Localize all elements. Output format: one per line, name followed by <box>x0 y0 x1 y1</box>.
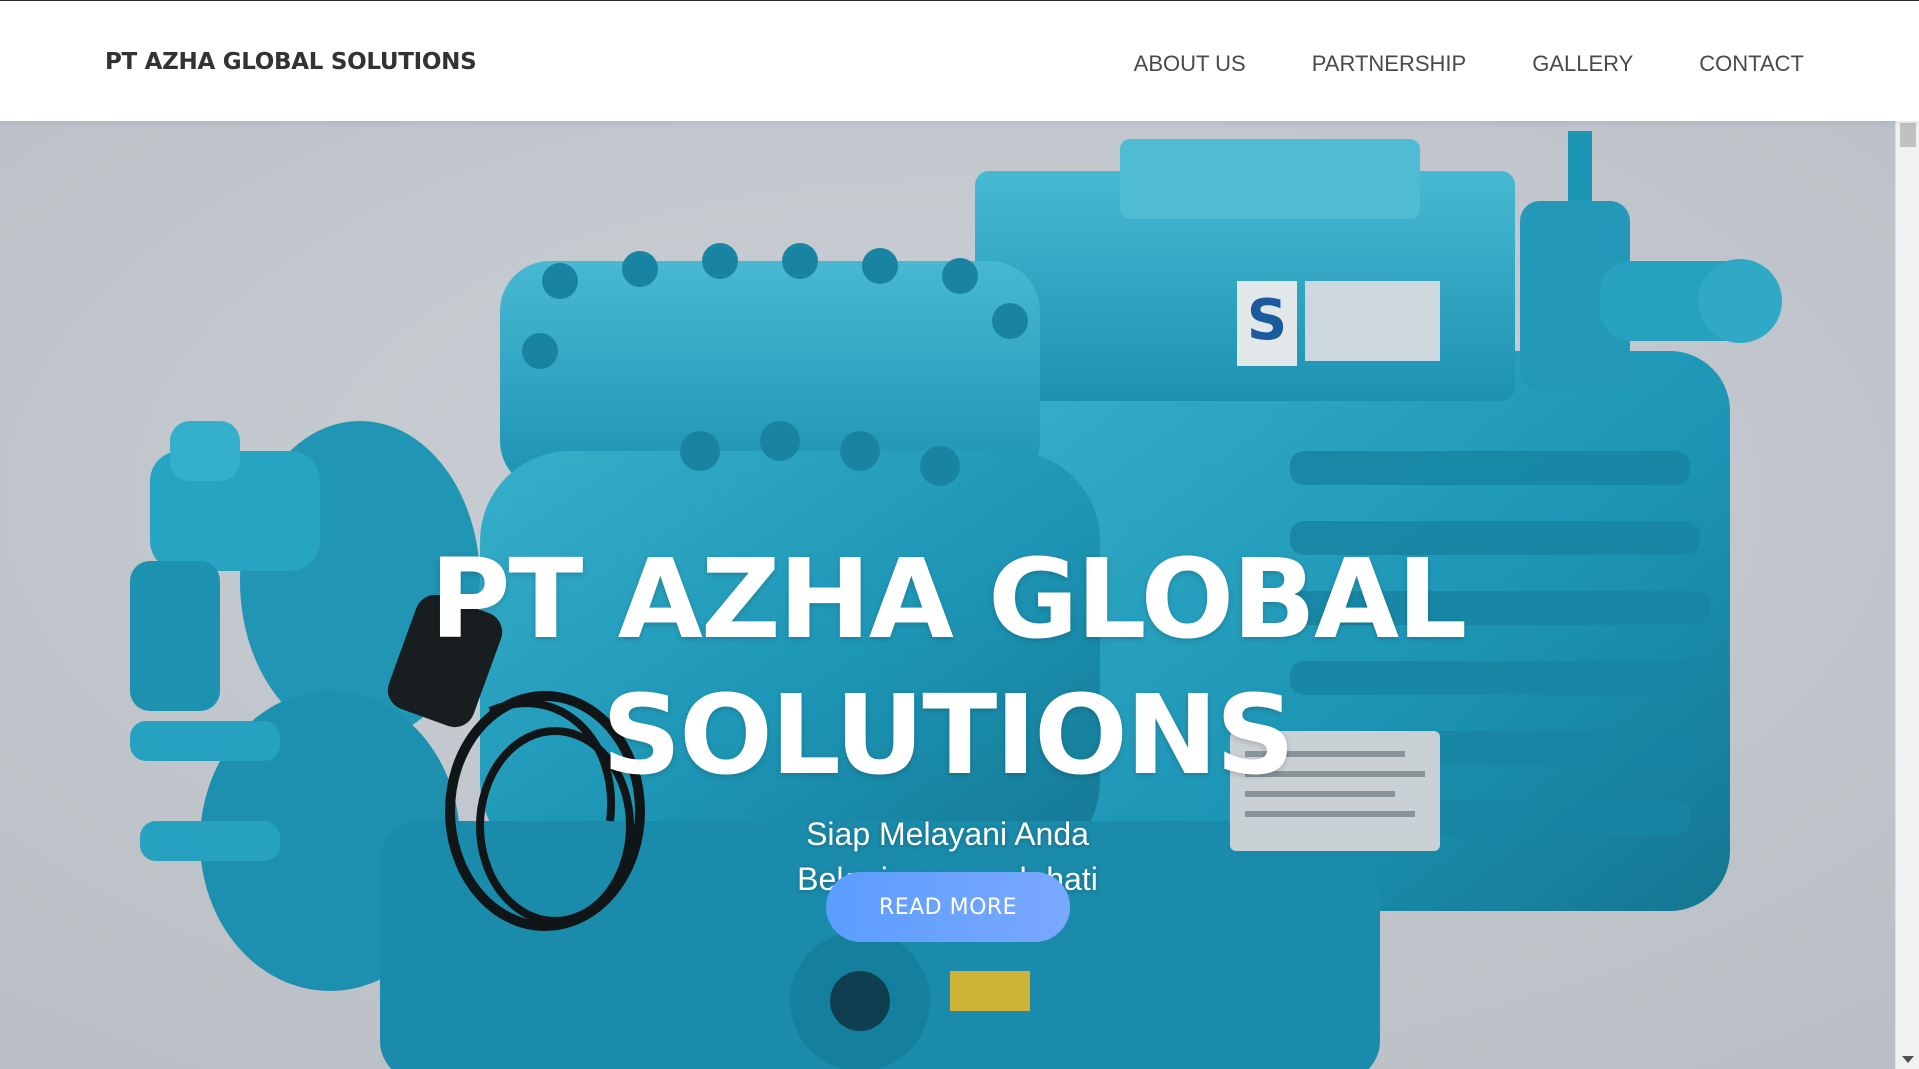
hero-title-line2: SOLUTIONS <box>602 671 1295 799</box>
hero-subtitle-line1: Siap Melayani Anda <box>806 816 1089 852</box>
hero-title: PT AZHA GLOBAL SOLUTIONS <box>0 531 1895 803</box>
page: PT AZHA GLOBAL SOLUTIONS ABOUT US PARTNE… <box>0 0 1919 1069</box>
nav-about-us[interactable]: ABOUT US <box>1134 51 1246 77</box>
vertical-scrollbar[interactable] <box>1895 121 1919 1069</box>
scroll-down-arrow-icon[interactable] <box>1902 1056 1914 1063</box>
nav-partnership[interactable]: PARTNERSHIP <box>1312 51 1466 77</box>
brand-logo-text[interactable]: PT AZHA GLOBAL SOLUTIONS <box>105 49 477 75</box>
nav-contact[interactable]: CONTACT <box>1699 51 1804 77</box>
top-navbar: PT AZHA GLOBAL SOLUTIONS ABOUT US PARTNE… <box>0 0 1919 121</box>
hero-title-line1: PT AZHA GLOBAL <box>429 535 1467 663</box>
read-more-button[interactable]: READ MORE <box>826 872 1070 942</box>
nav-gallery[interactable]: GALLERY <box>1532 51 1633 77</box>
main-nav: ABOUT US PARTNERSHIP GALLERY CONTACT <box>1068 51 1804 77</box>
scrollbar-thumb[interactable] <box>1900 123 1916 147</box>
